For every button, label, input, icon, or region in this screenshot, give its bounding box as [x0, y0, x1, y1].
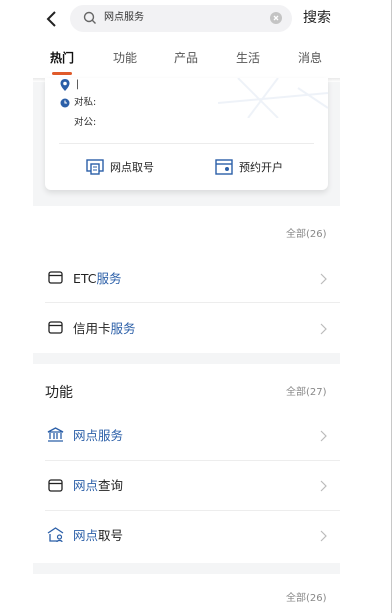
list-item-branch-query[interactable]: 网点查询	[45, 470, 340, 504]
card-icon	[48, 479, 63, 492]
active-tab-indicator	[52, 72, 72, 75]
back-arrow-icon[interactable]	[42, 9, 62, 29]
credit-card-highlight: 服务	[110, 321, 136, 336]
chevron-right-icon	[320, 530, 327, 542]
section-separator	[33, 563, 340, 574]
branch-query-highlight: 网点	[73, 478, 99, 493]
tab-messages[interactable]: 消息	[298, 50, 322, 66]
account-appointment-icon	[215, 159, 233, 175]
clock-icon	[60, 98, 70, 108]
chevron-right-icon	[320, 323, 327, 335]
branch-service-highlight: 网点服务	[73, 428, 124, 443]
tab-hot[interactable]: 热门	[50, 50, 74, 66]
etc-highlight: 服务	[96, 271, 122, 286]
branch-address: |	[76, 79, 80, 90]
list-item-branch-service[interactable]: 网点服务	[45, 420, 340, 454]
tab-life[interactable]: 生活	[236, 50, 260, 66]
divider	[45, 460, 340, 461]
branch-card[interactable]: | 对私: 对公: 网点取号 预约开户	[45, 78, 328, 190]
section2-view-all[interactable]: 全部(27)	[286, 386, 327, 400]
queue-number-button[interactable]: 网点取号	[86, 158, 166, 178]
divider	[45, 510, 340, 511]
account-appointment-label: 预约开户	[239, 161, 283, 174]
chevron-right-icon	[320, 480, 327, 492]
list-item-credit-card[interactable]: 信用卡服务	[45, 312, 340, 346]
bank-icon	[47, 427, 64, 442]
corporate-hours-label: 对公:	[74, 117, 97, 128]
section2-title: 功能	[45, 385, 73, 401]
search-query[interactable]: 网点服务	[104, 11, 144, 25]
queue-ticket-icon	[86, 159, 104, 175]
search-icon	[83, 11, 96, 24]
bank-person-icon	[47, 527, 64, 543]
clear-icon[interactable]	[270, 12, 282, 24]
queue-number-label: 网点取号	[110, 161, 154, 174]
credit-card-label: 信用卡	[73, 321, 111, 336]
tab-products[interactable]: 产品	[174, 50, 198, 66]
location-pin-icon	[60, 79, 70, 91]
search-button[interactable]: 搜索	[303, 8, 331, 28]
card-icon	[48, 321, 63, 334]
branch-query-rest: 查询	[98, 478, 124, 493]
tab-functions[interactable]: 功能	[113, 50, 137, 66]
divider	[45, 302, 340, 303]
etc-label: ETC	[73, 271, 97, 286]
section3-view-all[interactable]: 全部(26)	[286, 592, 327, 606]
list-item-etc[interactable]: ETC服务	[45, 262, 340, 296]
branch-queue-highlight: 网点	[73, 528, 99, 543]
chevron-right-icon	[320, 430, 327, 442]
personal-hours-label: 对私:	[74, 97, 97, 108]
card-icon	[48, 271, 63, 284]
section1-view-all[interactable]: 全部(26)	[286, 228, 327, 242]
account-appointment-button[interactable]: 预约开户	[215, 158, 305, 178]
branch-queue-rest: 取号	[98, 528, 124, 543]
card-divider	[59, 143, 314, 144]
chevron-right-icon	[320, 273, 327, 285]
list-item-branch-queue[interactable]: 网点取号	[45, 520, 340, 554]
section-separator	[33, 353, 340, 364]
map-decoration	[218, 78, 328, 118]
